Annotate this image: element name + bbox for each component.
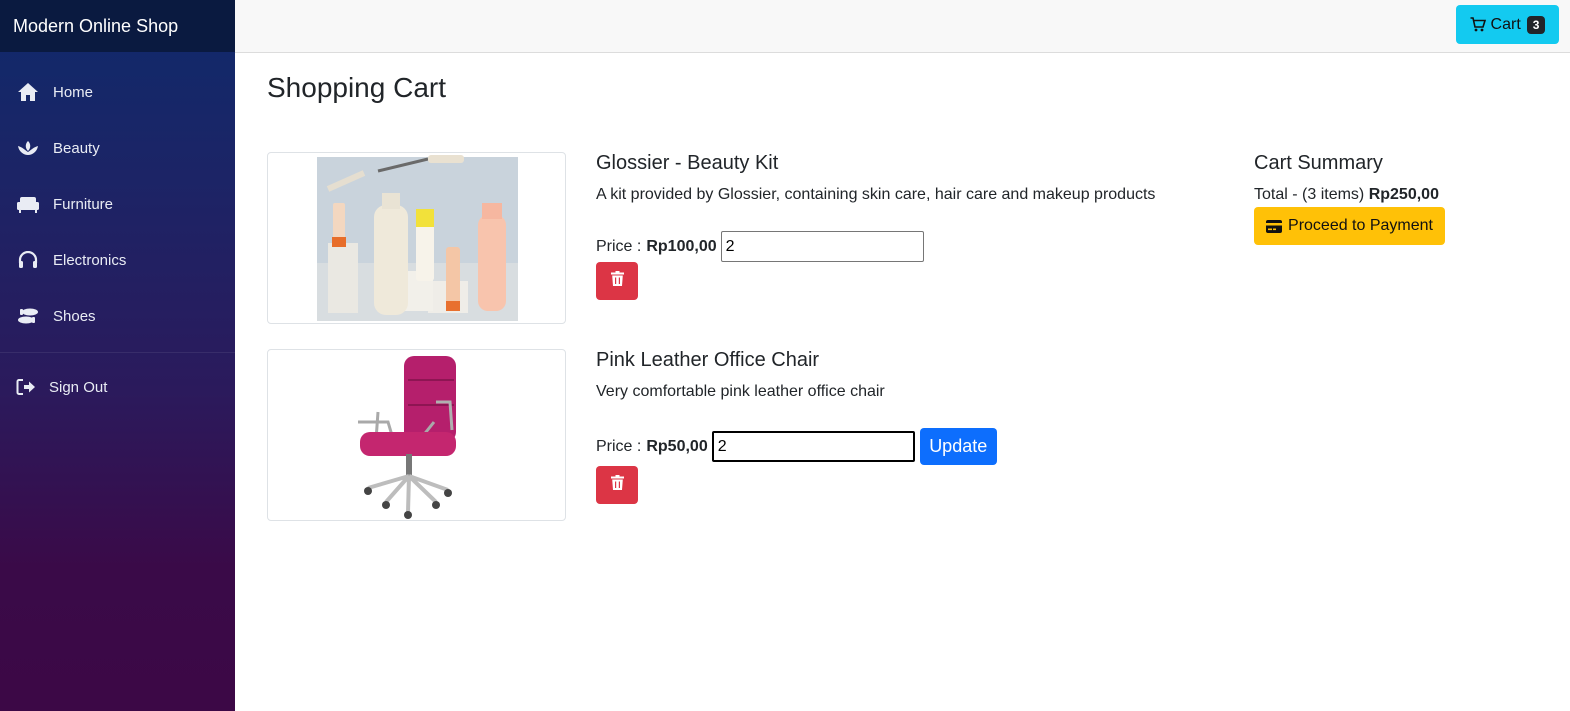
product-price: Rp100,00 <box>646 237 717 255</box>
couch-icon <box>16 192 40 216</box>
headphones-icon <box>16 248 40 272</box>
cart-total-label: Total - (3 items) <box>1254 186 1365 203</box>
product-description: A kit provided by Glossier, containing s… <box>596 186 1156 203</box>
topbar: Cart 3 <box>235 0 1570 53</box>
cart-count-badge: 3 <box>1526 15 1546 34</box>
cart-summary-title: Cart Summary <box>1254 152 1383 174</box>
sign-out-icon <box>16 377 36 397</box>
sign-out-link[interactable]: Sign Out <box>0 359 235 415</box>
brand-title[interactable]: Modern Online Shop <box>0 0 235 52</box>
product-title: Pink Leather Office Chair <box>596 349 820 371</box>
price-label: Price : <box>596 237 642 255</box>
quantity-stepper[interactable] <box>711 431 915 462</box>
cart-total: Total - (3 items) Rp250,00 <box>1254 186 1439 204</box>
lotus-icon <box>16 136 40 160</box>
sign-out-label: Sign Out <box>49 378 108 396</box>
delete-button[interactable] <box>596 466 638 504</box>
page-title: Shopping Cart <box>267 72 447 103</box>
product-image-office-chair <box>267 349 566 521</box>
product-title: Glossier - Beauty Kit <box>596 152 779 174</box>
product-image-beauty-kit <box>267 152 566 324</box>
sidebar-item-label: Furniture <box>53 195 114 213</box>
update-button[interactable]: Update <box>919 428 997 465</box>
sidebar-item-shoes[interactable]: Shoes <box>0 288 235 344</box>
product-price: Rp50,00 <box>646 437 708 455</box>
sidebar-item-label: Shoes <box>53 307 96 325</box>
pay-label: Proceed to Payment <box>1288 217 1433 234</box>
price-row: Price : Rp100,00 <box>596 231 924 262</box>
sidebar: Modern Online Shop Home Beauty Furniture… <box>0 0 235 711</box>
sidebar-nav: Home Beauty Furniture Electronics Shoes <box>0 52 235 344</box>
sidebar-divider <box>0 352 235 353</box>
proceed-to-payment-button[interactable]: Proceed to Payment <box>1254 207 1445 245</box>
sidebar-item-label: Home <box>53 83 94 101</box>
sidebar-item-furniture[interactable]: Furniture <box>0 176 235 232</box>
quantity-input[interactable] <box>720 231 924 262</box>
trash-icon <box>610 271 624 291</box>
cart-label: Cart <box>1490 15 1521 33</box>
cart-button[interactable]: Cart 3 <box>1456 5 1559 44</box>
trash-icon <box>610 475 624 495</box>
sidebar-item-label: Beauty <box>53 139 100 157</box>
product-description: Very comfortable pink leather office cha… <box>596 383 885 400</box>
shoe-prints-icon <box>16 304 40 328</box>
cart-icon <box>1470 17 1486 32</box>
price-row: Price : Rp50,00 Update <box>596 428 997 465</box>
sidebar-item-beauty[interactable]: Beauty <box>0 120 235 176</box>
sidebar-item-electronics[interactable]: Electronics <box>0 232 235 288</box>
delete-button[interactable] <box>596 262 638 300</box>
home-icon <box>16 80 40 104</box>
cart-total-value: Rp250,00 <box>1368 186 1439 203</box>
price-label: Price : <box>596 437 642 455</box>
sidebar-item-label: Electronics <box>53 251 127 269</box>
credit-card-icon <box>1266 219 1283 233</box>
sidebar-item-home[interactable]: Home <box>0 64 235 120</box>
